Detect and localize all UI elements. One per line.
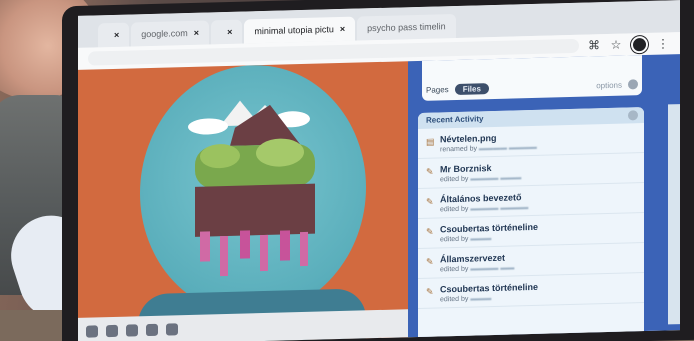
browser-tab[interactable]: google.com × <box>131 20 210 47</box>
activity-item[interactable]: ✎ Csoubertas történeline edited by ▬▬▬ <box>418 273 644 309</box>
close-icon[interactable]: × <box>114 30 119 40</box>
tab-label: psycho pass timelin <box>367 21 446 34</box>
translate-icon[interactable]: ⌘ <box>587 38 601 52</box>
app-icon[interactable] <box>106 324 118 338</box>
app-icon[interactable] <box>126 324 138 337</box>
blurred-user: ▬▬▬▬ ▬▬▬ <box>470 174 522 183</box>
blurred-user: ▬▬▬▬ ▬▬ <box>470 264 515 273</box>
activity-action: edited by <box>440 265 469 274</box>
pages-label[interactable]: Pages <box>426 85 449 95</box>
os-taskbar <box>78 309 408 341</box>
blurred-user: ▬▬▬ <box>470 295 492 303</box>
files-tab[interactable]: Files <box>454 82 489 95</box>
scrollbar[interactable] <box>668 104 680 325</box>
page-content: Pages Files options Recent Activity ▤ Né… <box>78 54 680 341</box>
wiki-side-panel: Pages Files options Recent Activity ▤ Né… <box>408 54 680 341</box>
app-icon[interactable] <box>86 325 98 338</box>
close-icon[interactable] <box>628 110 638 121</box>
tab-label: minimal utopia pictu <box>254 24 334 37</box>
pencil-icon: ✎ <box>426 196 434 207</box>
browser-tab[interactable]: × <box>98 22 130 48</box>
tab-label: google.com <box>141 28 188 40</box>
activity-action: edited by <box>440 295 469 304</box>
pages-box: Pages Files options <box>422 55 642 101</box>
recent-activity-title: Recent Activity <box>426 114 484 125</box>
pencil-icon: ✎ <box>426 166 434 177</box>
star-icon[interactable]: ☆ <box>609 38 623 52</box>
activity-action: renamed by <box>440 145 477 154</box>
close-icon[interactable]: × <box>227 27 232 37</box>
app-icon[interactable] <box>146 323 158 337</box>
recent-activity-box: Recent Activity ▤ Névtelen.png renamed b… <box>418 107 644 341</box>
browser-tab-active[interactable]: minimal utopia pictu × <box>244 16 356 44</box>
snow-globe <box>140 62 366 319</box>
blurred-user: ▬▬▬▬ ▬▬▬▬ <box>470 204 529 213</box>
pencil-icon: ✎ <box>426 256 434 267</box>
pencil-icon: ✎ <box>426 226 434 237</box>
blurred-user: ▬▬▬ <box>470 235 492 243</box>
photo-scene: × google.com × × minimal utopia pictu × ps… <box>0 0 694 341</box>
browser-tab[interactable]: × <box>211 19 243 45</box>
options-link[interactable]: options <box>596 80 622 90</box>
activity-action: edited by <box>440 205 469 214</box>
activity-action: edited by <box>440 235 469 244</box>
gear-icon[interactable] <box>628 79 638 90</box>
profile-icon[interactable] <box>631 35 648 53</box>
pencil-icon: ✎ <box>426 286 434 297</box>
artwork-image <box>78 61 408 341</box>
menu-icon[interactable]: ⋮ <box>656 36 670 50</box>
close-icon[interactable]: × <box>340 24 345 34</box>
activity-action: edited by <box>440 175 469 184</box>
blurred-user: ▬▬▬▬ ▬▬▬▬ <box>478 143 537 153</box>
close-icon[interactable]: × <box>194 28 199 38</box>
app-icon[interactable] <box>166 323 178 336</box>
laptop-screen: × google.com × × minimal utopia pictu × ps… <box>78 0 680 341</box>
floating-island-illustration <box>188 100 315 277</box>
pages-row: Pages Files options <box>426 77 638 97</box>
browser-tab[interactable]: psycho pass timelin <box>357 13 456 41</box>
file-icon: ▤ <box>426 136 435 147</box>
